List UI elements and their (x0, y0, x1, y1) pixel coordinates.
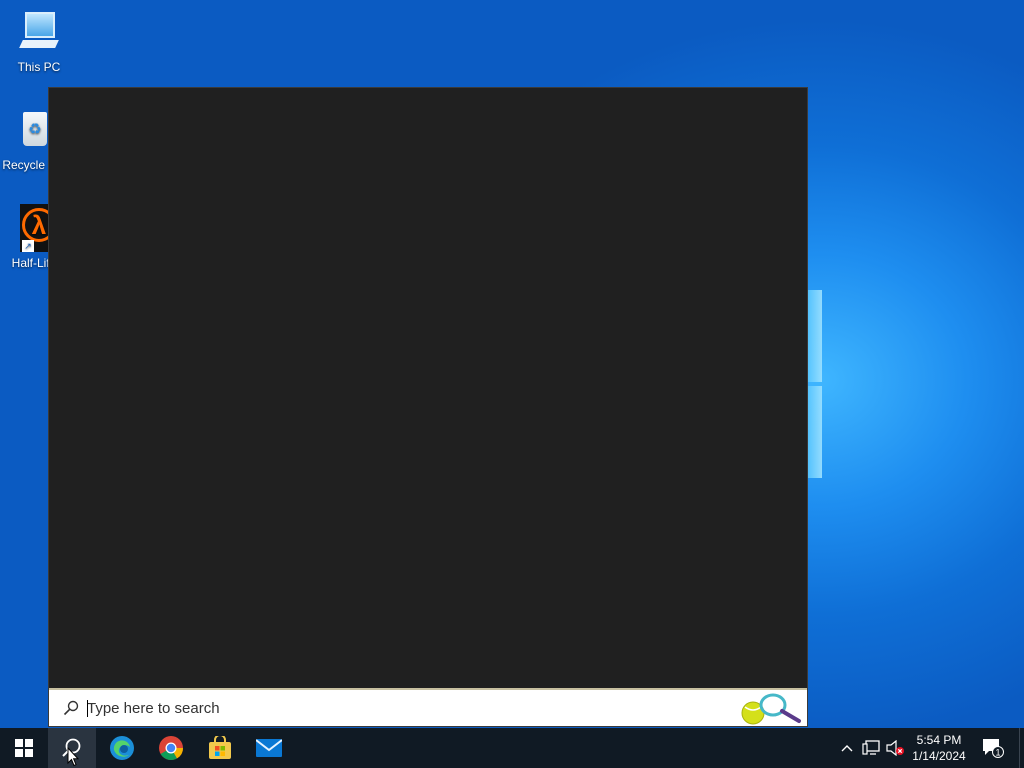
desktop-icon-this-pc[interactable]: This PC (1, 8, 77, 74)
network-tray-button[interactable] (860, 728, 882, 768)
volume-tray-button[interactable] (884, 728, 906, 768)
taskbar-store-button[interactable] (196, 728, 244, 768)
windows-logo-icon (15, 739, 33, 757)
clock-date: 1/14/2024 (912, 749, 966, 763)
store-icon (209, 736, 231, 759)
chevron-up-icon (841, 745, 853, 752)
mail-icon (256, 739, 282, 757)
search-highlight-tennis-icon (741, 693, 801, 725)
notification-count: 1 (995, 748, 1000, 758)
volume-muted-icon (886, 740, 904, 756)
chrome-icon (159, 736, 183, 761)
clock[interactable]: 5:54 PM 1/14/2024 (906, 728, 972, 768)
text-caret (87, 700, 88, 717)
desktop-icon-label: This PC (17, 60, 61, 74)
wallpaper-logo (808, 290, 822, 478)
computer-icon (15, 8, 63, 56)
edge-icon (110, 736, 134, 760)
action-center-button[interactable]: 1 (978, 728, 1008, 768)
start-button[interactable] (0, 728, 48, 768)
search-flyout (48, 87, 808, 727)
show-hidden-icons-button[interactable] (838, 728, 856, 768)
taskbar-edge-button[interactable] (98, 728, 146, 768)
shortcut-arrow-icon: ↗ (22, 240, 34, 252)
search-input[interactable] (87, 697, 727, 719)
taskbar: 5:54 PM 1/14/2024 1 (0, 728, 1024, 768)
network-icon (862, 740, 880, 755)
show-desktop-button[interactable] (1019, 728, 1024, 768)
search-icon (63, 700, 79, 716)
clock-time: 5:54 PM (916, 733, 962, 747)
taskbar-chrome-button[interactable] (147, 728, 195, 768)
taskbar-mail-button[interactable] (245, 728, 293, 768)
notification-icon: 1 (983, 739, 1004, 758)
mouse-cursor-icon (67, 747, 79, 767)
search-box[interactable] (49, 688, 807, 726)
